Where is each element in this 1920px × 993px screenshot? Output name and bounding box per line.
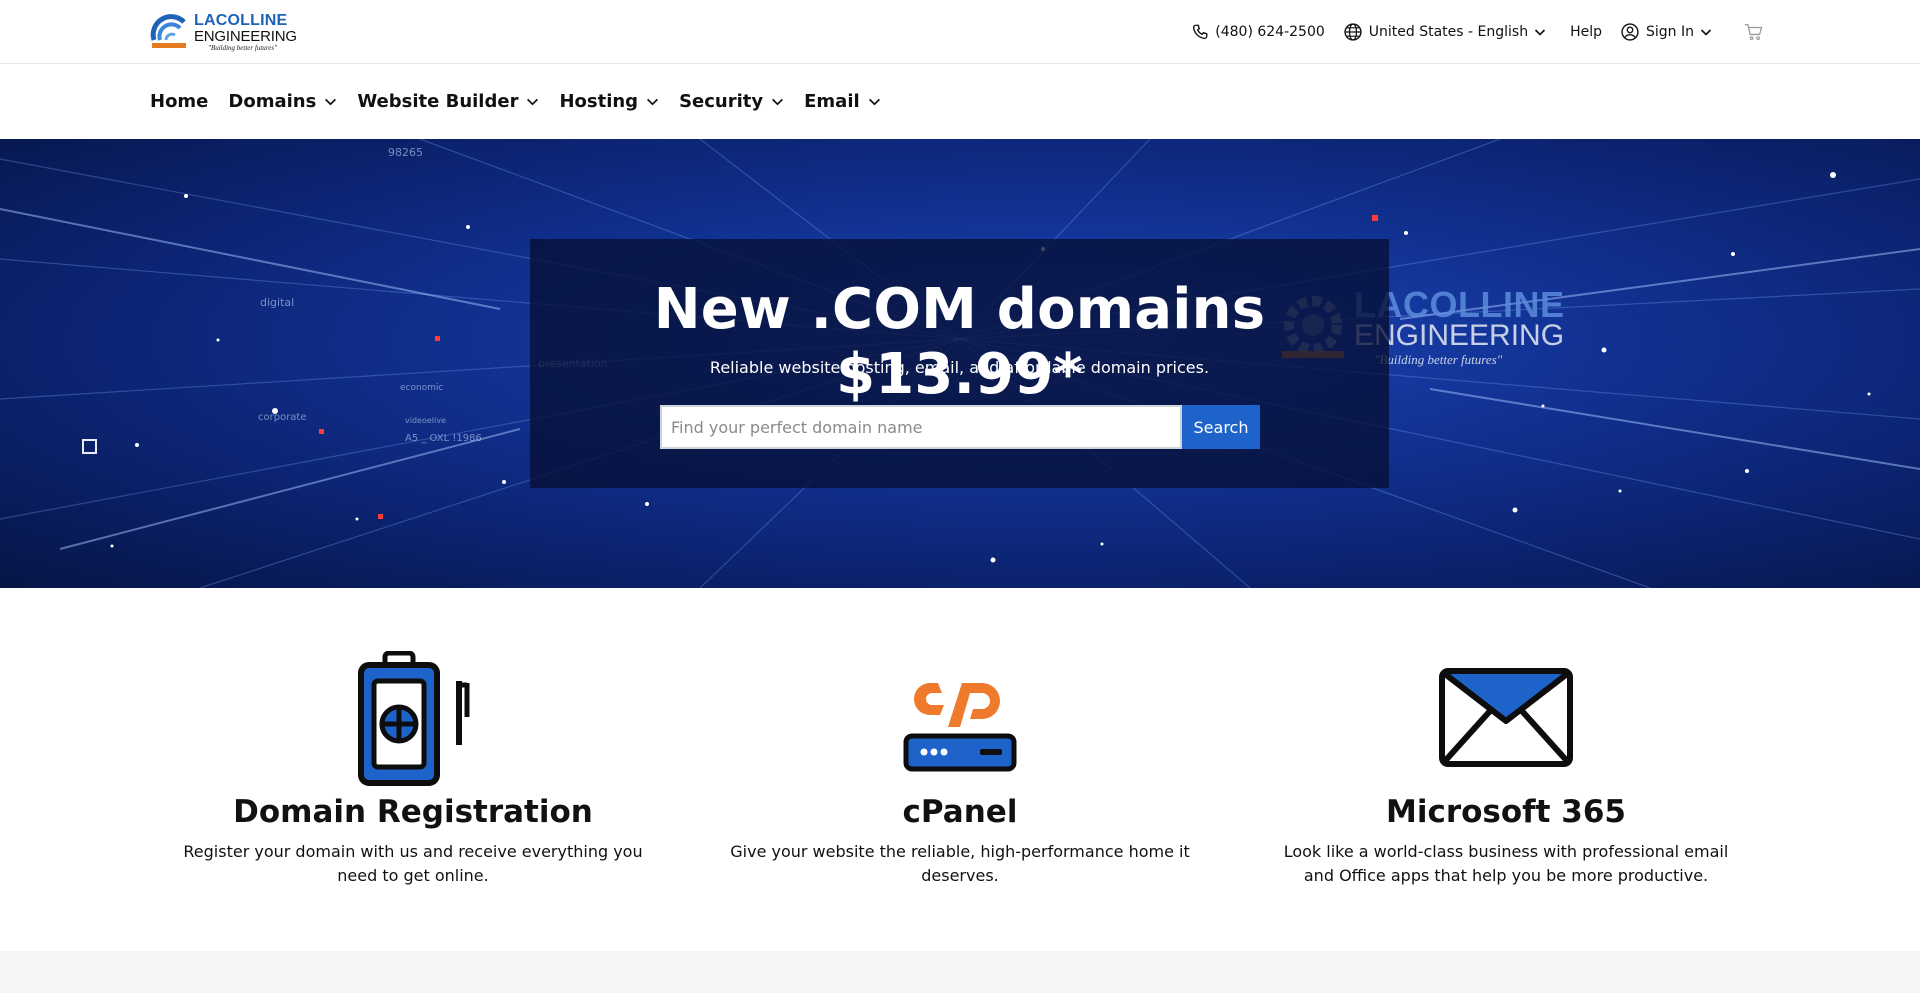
- nav-item-label: Hosting: [559, 91, 639, 112]
- background-word: economic: [400, 383, 443, 393]
- nav-item-label: Domains: [228, 91, 317, 112]
- help-link[interactable]: Help: [1570, 24, 1602, 40]
- user-icon: [1621, 23, 1639, 41]
- background-word: 98265: [388, 146, 423, 159]
- hero-subtitle: Reliable website hosting, email, and aff…: [709, 358, 1210, 377]
- nav-item-email[interactable]: Email: [804, 91, 881, 112]
- nav-item-label: Website Builder: [357, 91, 519, 112]
- nav-item-home[interactable]: Home: [150, 91, 208, 112]
- footer-strip: [0, 951, 1920, 993]
- locale-label: United States - English: [1368, 24, 1529, 40]
- utility-links: (480) 624-2500 United States - English H…: [1173, 0, 1770, 64]
- feature-title: Domain Registration: [233, 794, 593, 830]
- chevron-down-icon: [1700, 29, 1712, 36]
- cart-icon: [1745, 23, 1763, 41]
- main-navigation: Home Domains Website Builder Hosting Sec…: [0, 64, 1920, 139]
- brand-logo[interactable]: LACOLLINE ENGINEERING "Building better f…: [150, 10, 300, 54]
- domain-search-input[interactable]: [660, 405, 1182, 449]
- background-word: A5 _ OXL !1986: [405, 433, 482, 444]
- envelope-icon: [1439, 668, 1573, 767]
- chevron-down-icon: [868, 98, 880, 106]
- hero-search-panel: New .COM domains $13.99* Reliable websit…: [530, 239, 1389, 488]
- feature-title: Microsoft 365: [1386, 794, 1626, 830]
- top-utility-bar: LACOLLINE ENGINEERING "Building better f…: [0, 0, 1920, 64]
- chevron-down-icon: [325, 98, 337, 106]
- nav-item-label: Security: [679, 91, 764, 112]
- brand-tagline: "Building better futures": [208, 43, 278, 52]
- feature-description: Give your website the reliable, high-per…: [730, 842, 1190, 885]
- chevron-down-icon: [647, 98, 659, 106]
- feature-section: Domain Registration Register your domain…: [0, 588, 1920, 951]
- brand-name-line1: LACOLLINE: [194, 11, 288, 29]
- background-word: videoelive: [405, 416, 446, 425]
- feature-description: Register your domain with us and receive…: [183, 842, 643, 885]
- hero-title: New .COM domains $13.99*: [653, 277, 1266, 407]
- nav-item-domains[interactable]: Domains: [228, 91, 337, 112]
- locale-selector[interactable]: United States - English: [1343, 22, 1552, 42]
- chevron-down-icon: [772, 98, 784, 106]
- phone-link[interactable]: (480) 624-2500: [1191, 23, 1325, 41]
- domain-search-form: Search: [660, 405, 1260, 449]
- nav-item-website-builder[interactable]: Website Builder: [357, 91, 539, 112]
- background-word: corporate: [258, 412, 307, 423]
- background-word: digital: [260, 296, 294, 309]
- domain-registration-icon: [358, 651, 470, 786]
- brand-logo-mark-icon: [150, 14, 186, 48]
- chevron-down-icon: [527, 98, 539, 106]
- sign-in-menu[interactable]: Sign In: [1620, 22, 1718, 42]
- hero-banner: 98265 digital presentation economic corp…: [0, 139, 1920, 588]
- phone-number: (480) 624-2500: [1215, 24, 1325, 40]
- phone-icon: [1193, 24, 1208, 40]
- hero-watermark-tagline: "Building better futures": [1374, 352, 1503, 367]
- help-label: Help: [1570, 24, 1602, 40]
- domain-search-button[interactable]: Search: [1182, 405, 1260, 449]
- nav-item-label: Home: [150, 91, 209, 112]
- chevron-down-icon: [1535, 29, 1546, 36]
- nav-item-security[interactable]: Security: [679, 91, 784, 112]
- nav-item-hosting[interactable]: Hosting: [559, 91, 659, 112]
- feature-title: cPanel: [902, 794, 1018, 830]
- feature-description: Look like a world-class business with pr…: [1283, 842, 1729, 885]
- sign-in-label: Sign In: [1646, 24, 1694, 40]
- decorative-checkbox: [82, 439, 97, 454]
- nav-item-label: Email: [804, 91, 860, 112]
- globe-icon: [1344, 23, 1362, 41]
- brand-name-line2: ENGINEERING: [194, 27, 297, 45]
- cpanel-icon: [903, 683, 1017, 772]
- cart-button[interactable]: [1744, 23, 1770, 41]
